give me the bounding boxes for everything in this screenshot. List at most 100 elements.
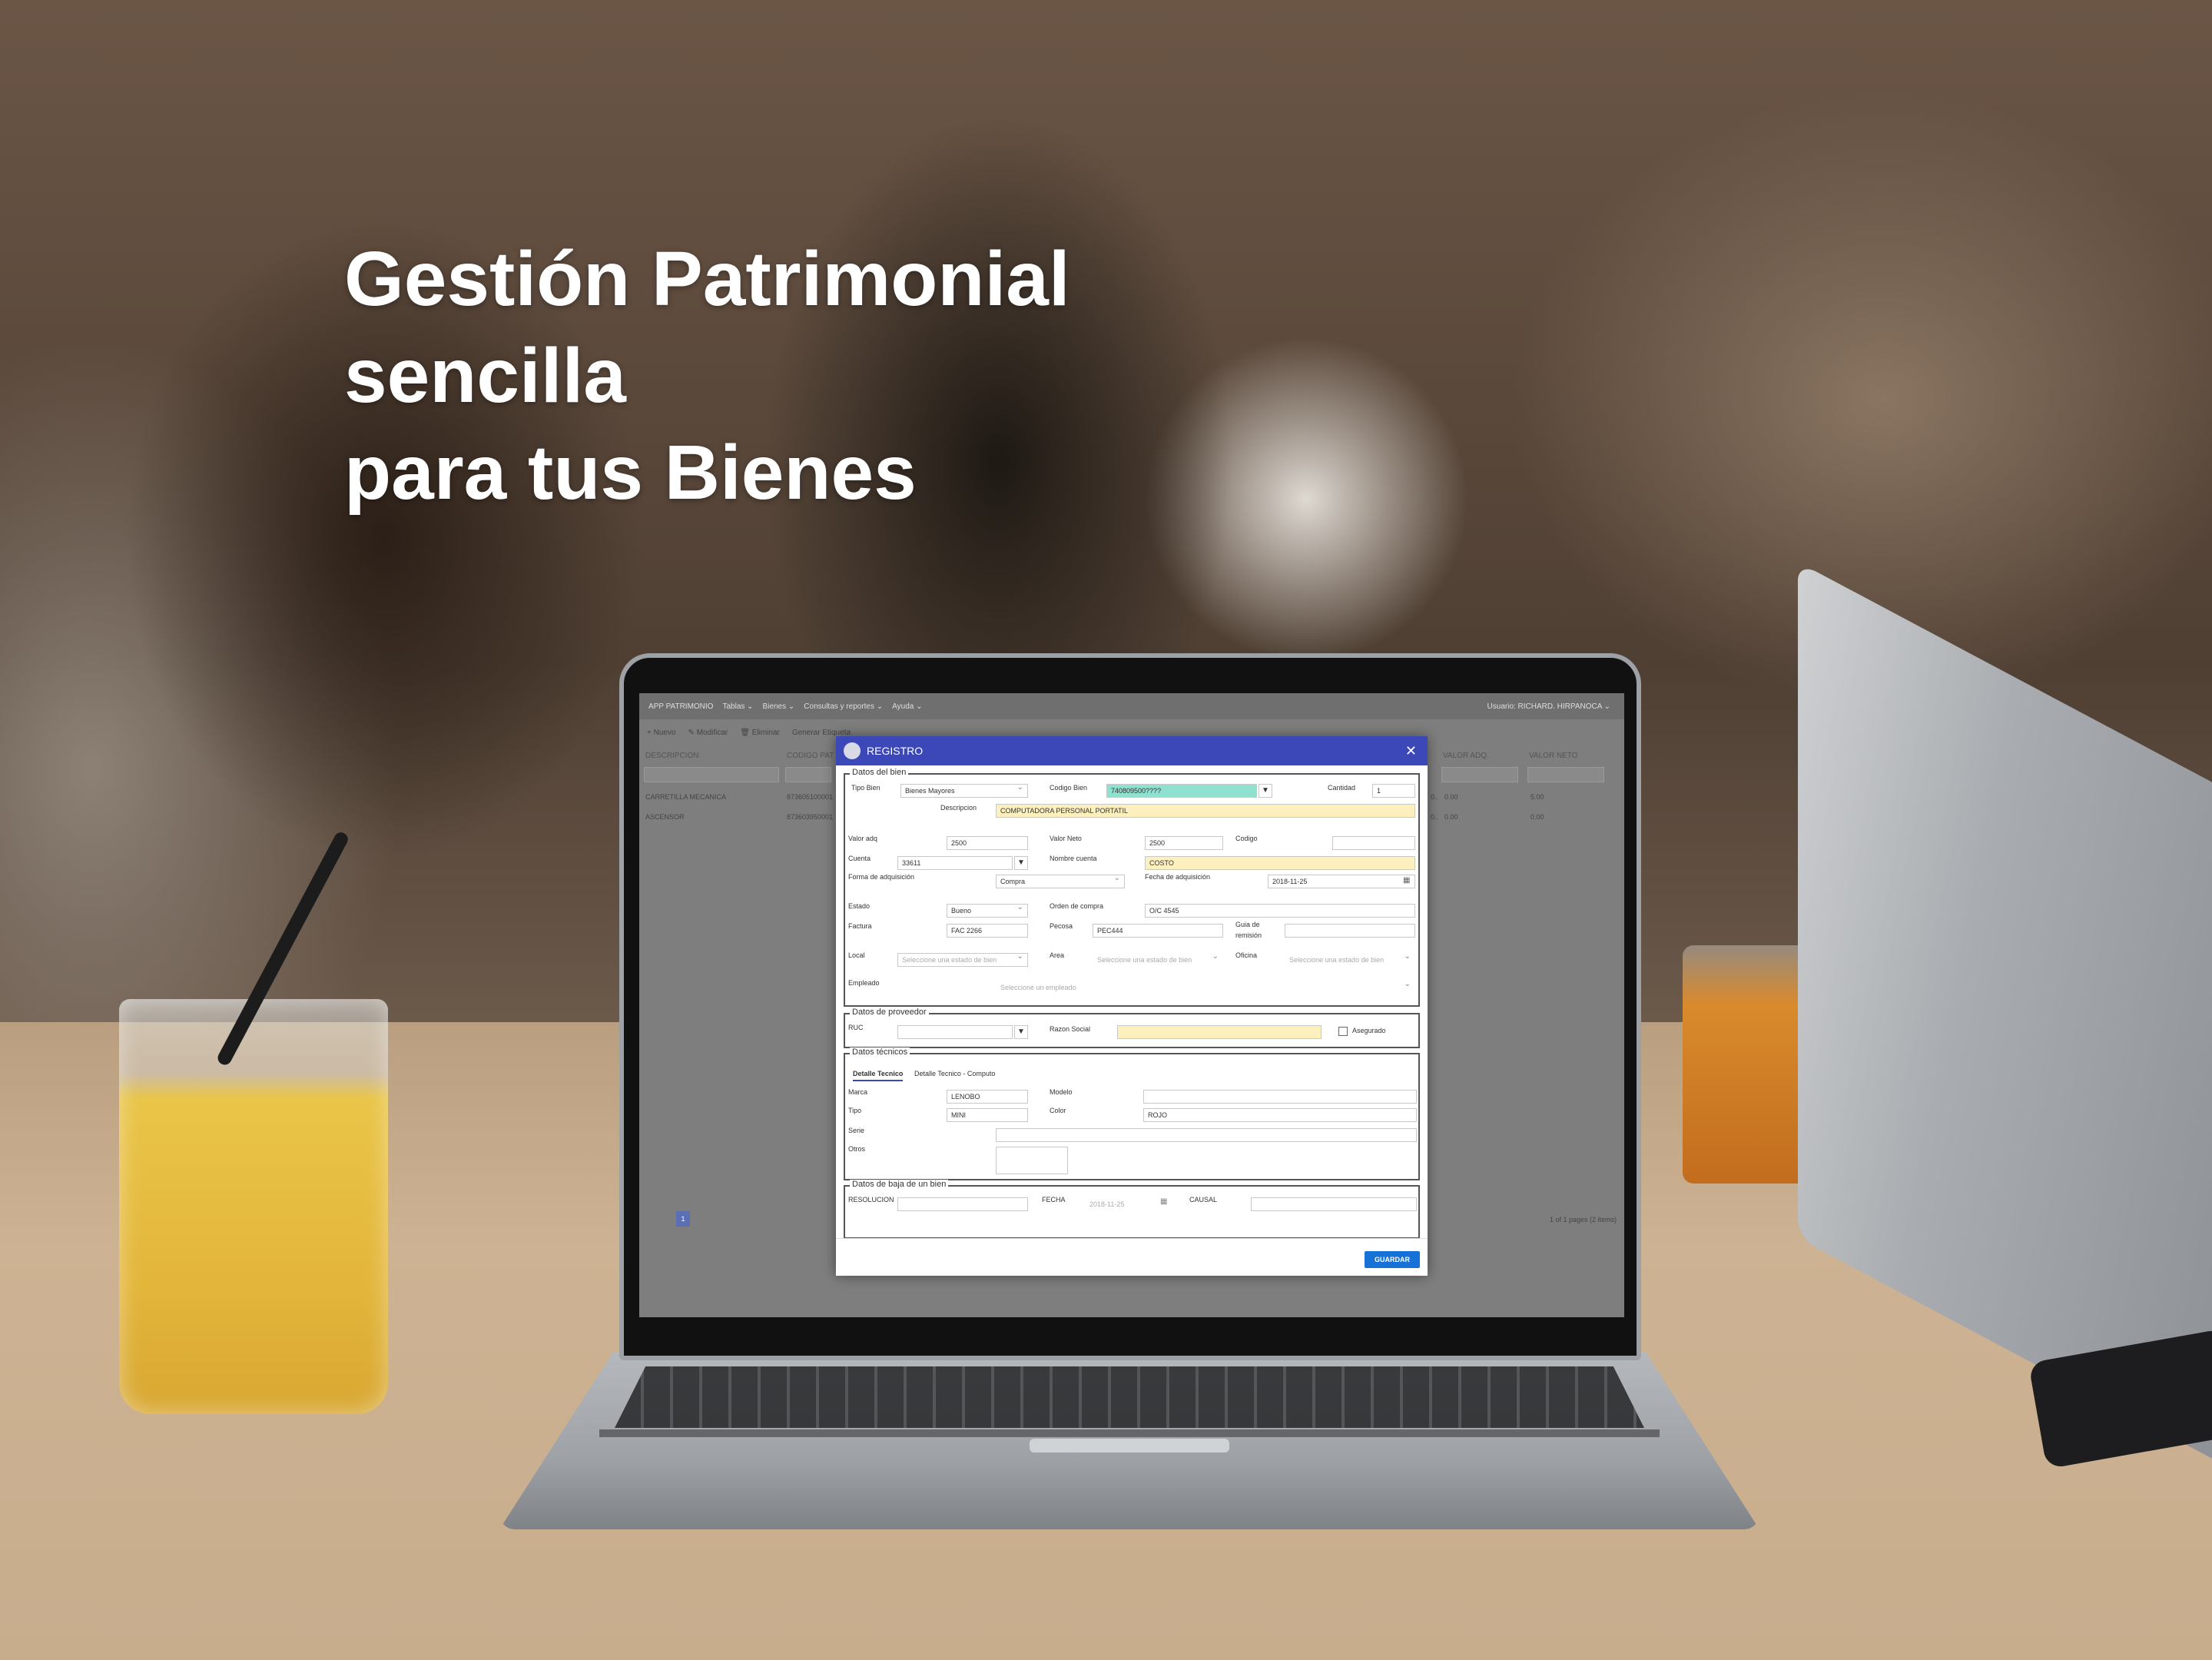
label-causal: CAUSAL xyxy=(1189,1196,1218,1204)
cell-extra: 0.. xyxy=(1431,813,1439,821)
area-select[interactable]: Seleccione una estado de bien xyxy=(1093,953,1223,967)
label-razon-social: Razon Social xyxy=(1050,1025,1091,1033)
label-empleado: Empleado xyxy=(848,979,880,987)
filter-valor-adq[interactable] xyxy=(1441,767,1518,782)
page-button[interactable]: 1 xyxy=(676,1211,690,1227)
cuenta-field[interactable]: 33611 xyxy=(897,856,1013,870)
headline: Gestión Patrimonial sencilla para tus Bi… xyxy=(344,231,1343,521)
local-select[interactable]: Seleccione una estado de bien xyxy=(897,953,1028,967)
fecha-adquisicion-field[interactable]: 2018-11-25 xyxy=(1268,875,1415,888)
oficina-select[interactable]: Seleccione una estado de bien xyxy=(1285,953,1415,967)
estado-select[interactable]: Bueno xyxy=(947,904,1028,918)
cell-extra: 0.. xyxy=(1431,793,1439,801)
label-pecosa: Pecosa xyxy=(1050,922,1073,930)
filter-codigo[interactable] xyxy=(785,767,831,782)
label-valor-adq: Valor adq xyxy=(848,835,877,842)
label-guia-remision-2: remisión xyxy=(1235,931,1262,939)
guardar-button[interactable]: GUARDAR xyxy=(1365,1251,1420,1268)
fieldset-datos-tecnicos: Datos técnicos Detalle Tecnico Detalle T… xyxy=(844,1047,1420,1180)
filter-icon[interactable]: ▼ xyxy=(1014,1025,1028,1039)
filter-icon[interactable]: ▼ xyxy=(1014,856,1028,870)
cell-valor-adq: 0.00 xyxy=(1444,813,1458,821)
col-descripcion[interactable]: DESCRIPCION xyxy=(645,752,698,760)
col-codigo[interactable]: CODIGO PAT xyxy=(787,752,834,760)
orden-compra-field[interactable]: O/C 4545 xyxy=(1145,904,1415,918)
cantidad-field[interactable]: 1 xyxy=(1372,784,1415,798)
label-guia-remision-1: Guia de xyxy=(1235,921,1260,928)
empleado-select[interactable]: Seleccione un empleado xyxy=(996,981,1415,994)
label-cuenta: Cuenta xyxy=(848,855,871,862)
label-oficina: Oficina xyxy=(1235,951,1258,959)
label-cantidad: Cantidad xyxy=(1328,784,1356,792)
modificar-button[interactable]: ✎ Modificar xyxy=(688,729,728,737)
label-tipo: Tipo xyxy=(848,1107,862,1114)
label-area: Area xyxy=(1050,951,1065,959)
causal-field[interactable] xyxy=(1251,1197,1417,1211)
tab-detalle-tecnico[interactable]: Detalle Tecnico xyxy=(853,1070,904,1081)
col-valor-adq[interactable]: VALOR ADQ. xyxy=(1443,752,1489,760)
label-local: Local xyxy=(848,951,865,959)
tab-detalle-tecnico-computo[interactable]: Detalle Tecnico - Computo xyxy=(914,1070,995,1077)
label-factura: Factura xyxy=(848,922,872,930)
eliminar-button[interactable]: 🗑 Eliminar xyxy=(740,729,780,737)
legend-baja: Datos de baja de un bien xyxy=(850,1180,949,1189)
app-name[interactable]: APP PATRIMONIO xyxy=(648,702,713,711)
pager-info: 1 of 1 pages (2 items) xyxy=(1549,1216,1617,1223)
label-color: Color xyxy=(1050,1107,1066,1114)
modal-header: REGISTRO ✕ xyxy=(836,736,1428,765)
label-nombre-cuenta: Nombre cuenta xyxy=(1050,855,1097,862)
menu-consultas[interactable]: Consultas y reportes ⌄ xyxy=(804,702,883,711)
menu-tablas[interactable]: Tablas ⌄ xyxy=(722,702,753,711)
cell-codigo: 873605100001 xyxy=(787,793,834,801)
nombre-cuenta-field[interactable]: COSTO xyxy=(1145,856,1415,870)
razon-social-field[interactable] xyxy=(1117,1025,1322,1039)
nuevo-button[interactable]: + Nuevo xyxy=(647,729,676,737)
marca-field[interactable]: LENOBO xyxy=(947,1090,1028,1104)
codigo-field[interactable] xyxy=(1332,836,1415,850)
cell-valor-neto: 5.00 xyxy=(1530,793,1544,801)
label-descripcion: Descripcion xyxy=(940,804,977,812)
menu-ayuda[interactable]: Ayuda ⌄ xyxy=(892,702,922,711)
codigo-bien-field[interactable]: 740809500???? xyxy=(1106,784,1257,798)
label-estado: Estado xyxy=(848,902,871,910)
color-field[interactable]: ROJO xyxy=(1143,1108,1417,1122)
legend-datos-tecnicos: Datos técnicos xyxy=(850,1047,910,1057)
filter-valor-neto[interactable] xyxy=(1527,767,1604,782)
descripcion-field[interactable]: COMPUTADORA PERSONAL PORTATIL xyxy=(996,804,1415,818)
tipo-bien-select[interactable]: Bienes Mayores xyxy=(900,784,1028,798)
headline-line-1: Gestión Patrimonial sencilla xyxy=(344,236,1070,419)
asegurado-checkbox[interactable] xyxy=(1338,1027,1348,1036)
pecosa-field[interactable]: PEC444 xyxy=(1093,924,1223,938)
modelo-field[interactable] xyxy=(1143,1090,1417,1104)
forma-adquisicion-select[interactable]: Compra xyxy=(996,875,1125,888)
otros-textarea[interactable] xyxy=(996,1147,1068,1174)
resolucion-field[interactable] xyxy=(897,1197,1028,1211)
generar-etiqueta-button[interactable]: Generar Etiqueta xyxy=(792,729,851,737)
ruc-field[interactable] xyxy=(897,1025,1013,1039)
valor-adq-field[interactable]: 2500 xyxy=(947,836,1028,850)
label-codigo-bien: Codigo Bien xyxy=(1050,784,1088,792)
filter-descripcion[interactable] xyxy=(644,767,779,782)
cell-codigo: 873603950001 xyxy=(787,813,834,821)
serie-field[interactable] xyxy=(996,1128,1417,1142)
close-icon[interactable]: ✕ xyxy=(1405,743,1417,759)
col-valor-neto[interactable]: VALOR NETO xyxy=(1529,752,1578,760)
factura-field[interactable]: FAC 2266 xyxy=(947,924,1028,938)
valor-neto-field[interactable]: 2500 xyxy=(1145,836,1223,850)
guia-remision-field[interactable] xyxy=(1285,924,1415,938)
label-resolucion: RESOLUCION xyxy=(848,1196,894,1204)
menu-bienes[interactable]: Bienes ⌄ xyxy=(763,702,795,711)
label-fecha-adquisicion: Fecha de adquisición xyxy=(1145,873,1211,881)
laptop-keyboard xyxy=(615,1366,1644,1428)
calendar-icon[interactable]: ▦ xyxy=(1160,1197,1167,1206)
label-serie: Serie xyxy=(848,1127,865,1134)
app-logo-icon xyxy=(844,742,861,759)
calendar-icon[interactable]: ▦ xyxy=(1403,876,1410,885)
label-orden-compra: Orden de compra xyxy=(1050,902,1104,910)
tipo-field[interactable]: MINI xyxy=(947,1108,1028,1122)
label-asegurado: Asegurado xyxy=(1352,1027,1386,1034)
user-menu[interactable]: Usuario: RICHARD. HIRPANOCA ⌄ xyxy=(1487,702,1610,711)
fieldset-baja: Datos de baja de un bien RESOLUCION FECH… xyxy=(844,1180,1420,1239)
label-valor-neto: Valor Neto xyxy=(1050,835,1082,842)
filter-icon[interactable]: ▼ xyxy=(1259,784,1272,798)
